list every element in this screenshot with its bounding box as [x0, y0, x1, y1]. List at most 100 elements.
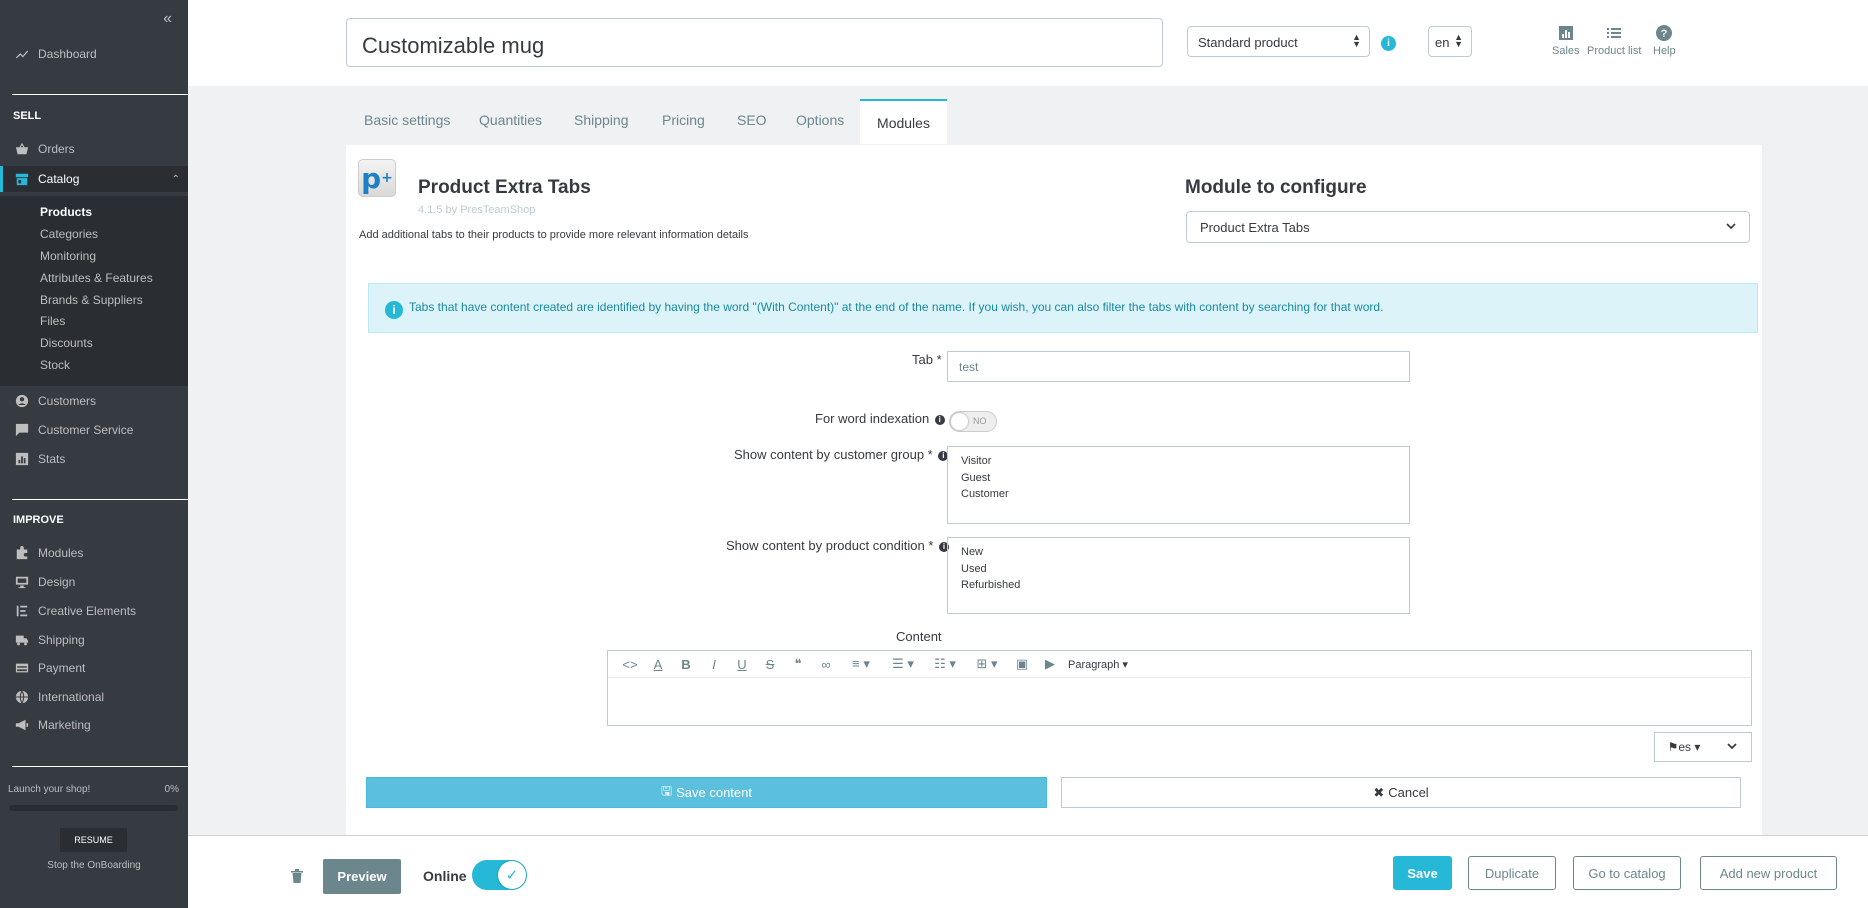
- bar-chart-icon: [1558, 26, 1573, 40]
- product-header: Customizable mug Standard product ▲ ▼ i e…: [188, 0, 1868, 86]
- collapse-sidebar-icon[interactable]: «: [163, 10, 172, 28]
- add-new-product-button[interactable]: Add new product: [1700, 856, 1837, 890]
- product-type-select[interactable]: Standard product ▲ ▼: [1187, 26, 1370, 57]
- cancel-button[interactable]: ✖ Cancel: [1061, 777, 1741, 808]
- tab-seo[interactable]: SEO: [737, 112, 767, 128]
- underline-icon[interactable]: U: [728, 651, 756, 678]
- sidebar-item-design[interactable]: Design: [0, 570, 188, 594]
- tab-shipping[interactable]: Shipping: [574, 112, 629, 128]
- customer-group-label: Show content by customer group * i: [734, 447, 949, 462]
- product-condition-listbox[interactable]: New Used Refurbished: [947, 537, 1410, 614]
- trash-icon[interactable]: [290, 868, 304, 884]
- sidebar-item-stats[interactable]: Stats: [0, 447, 188, 471]
- go-to-catalog-button[interactable]: Go to catalog: [1573, 856, 1681, 890]
- text-color-icon[interactable]: A: [644, 651, 672, 678]
- list-item[interactable]: Customer: [961, 486, 1396, 503]
- align-left-icon: [14, 603, 30, 619]
- product-footer: Preview Online ✓ Save Duplicate Go to ca…: [188, 835, 1868, 908]
- help-icon: ?: [1656, 25, 1673, 41]
- credit-card-icon: [14, 660, 30, 676]
- quote-icon[interactable]: ❝: [784, 651, 812, 678]
- list-item[interactable]: New: [961, 544, 1396, 561]
- sidebar-sub-discounts[interactable]: Discounts: [40, 336, 93, 350]
- tab-options[interactable]: Options: [796, 112, 844, 128]
- image-icon[interactable]: ▣: [1008, 651, 1036, 678]
- tab-modules[interactable]: Modules: [860, 99, 947, 144]
- list-item[interactable]: Used: [961, 561, 1396, 578]
- word-indexation-toggle[interactable]: NO: [949, 411, 997, 432]
- sidebar-sub-monitoring[interactable]: Monitoring: [40, 249, 96, 263]
- chevron-down-icon: [1713, 740, 1751, 755]
- bar-chart-icon: [14, 451, 30, 467]
- sales-link[interactable]: Sales: [1552, 24, 1580, 57]
- customer-group-listbox[interactable]: Visitor Guest Customer: [947, 446, 1410, 524]
- sidebar-item-international[interactable]: International: [0, 685, 188, 709]
- sidebar: « Dashboard SELL Orders Catalog ⌃ Produc…: [0, 0, 188, 908]
- italic-icon[interactable]: I: [700, 651, 728, 678]
- stop-onboarding-link[interactable]: Stop the OnBoarding: [0, 860, 188, 871]
- product-name-input[interactable]: Customizable mug: [346, 18, 1163, 67]
- link-icon[interactable]: ∞: [812, 651, 840, 678]
- help-link[interactable]: ? Help: [1653, 24, 1676, 57]
- save-button[interactable]: Save: [1393, 856, 1452, 890]
- media-icon[interactable]: ▶: [1036, 651, 1064, 678]
- truck-icon: [14, 632, 30, 648]
- configure-title: Module to configure: [1185, 177, 1367, 198]
- product-list-link[interactable]: Product list: [1587, 24, 1641, 57]
- bullet-list-icon[interactable]: ☰ ▾: [882, 651, 924, 678]
- sidebar-sub-categories[interactable]: Categories: [40, 227, 98, 241]
- sidebar-item-payment[interactable]: Payment: [0, 656, 188, 680]
- resume-button[interactable]: RESUME: [60, 828, 127, 852]
- sidebar-sub-stock[interactable]: Stock: [40, 358, 70, 372]
- flag-icon: ⚑: [1667, 740, 1679, 754]
- info-icon[interactable]: i: [1381, 36, 1396, 51]
- strikethrough-icon[interactable]: S: [756, 651, 784, 678]
- save-content-button[interactable]: 🖫 Save content: [366, 777, 1047, 808]
- online-toggle[interactable]: ✓: [472, 860, 527, 890]
- tab-quantities[interactable]: Quantities: [479, 112, 542, 128]
- sidebar-item-orders[interactable]: Orders: [0, 137, 188, 161]
- list-item[interactable]: Refurbished: [961, 577, 1396, 594]
- basket-icon: [14, 141, 30, 157]
- table-icon[interactable]: ⊞ ▾: [966, 651, 1008, 678]
- sidebar-divider: [12, 94, 188, 95]
- sidebar-item-modules[interactable]: Modules: [0, 541, 188, 565]
- sidebar-divider: [12, 766, 188, 767]
- language-flag-dropdown[interactable]: ⚑es ▾: [1654, 732, 1752, 762]
- close-icon: ✖: [1373, 784, 1385, 800]
- sidebar-item-dashboard[interactable]: Dashboard: [0, 42, 188, 66]
- tab-pricing[interactable]: Pricing: [662, 112, 705, 128]
- sidebar-sub-products[interactable]: Products: [40, 205, 92, 219]
- paragraph-format-select[interactable]: Paragraph ▾: [1068, 658, 1128, 671]
- sidebar-item-creative-elements[interactable]: Creative Elements: [0, 599, 188, 623]
- sidebar-item-customer-service[interactable]: Customer Service: [0, 418, 188, 442]
- list-item[interactable]: Visitor: [961, 453, 1396, 470]
- bold-icon[interactable]: B: [672, 651, 700, 678]
- sidebar-item-customers[interactable]: Customers: [0, 389, 188, 413]
- chevron-up-icon: ⌃: [171, 173, 180, 185]
- floppy-icon: 🖫: [661, 782, 673, 798]
- module-configure-select[interactable]: Product Extra Tabs: [1186, 211, 1750, 243]
- sidebar-divider: [12, 499, 188, 500]
- code-icon[interactable]: <>: [616, 651, 644, 678]
- sidebar-sub-attributes[interactable]: Attributes & Features: [40, 271, 153, 285]
- info-circle-icon: i: [385, 301, 403, 319]
- sidebar-sub-files[interactable]: Files: [40, 314, 65, 328]
- info-alert: i Tabs that have content created are ide…: [368, 283, 1758, 333]
- tab-name-input[interactable]: test: [947, 351, 1410, 382]
- align-icon[interactable]: ≡ ▾: [840, 651, 882, 678]
- chat-icon: [14, 422, 30, 438]
- store-icon: [14, 171, 30, 187]
- sidebar-sub-brands[interactable]: Brands & Suppliers: [40, 293, 143, 307]
- catalog-submenu: [0, 196, 188, 386]
- duplicate-button[interactable]: Duplicate: [1468, 856, 1556, 890]
- numbered-list-icon[interactable]: ☷ ▾: [924, 651, 966, 678]
- sidebar-item-shipping[interactable]: Shipping: [0, 628, 188, 652]
- sidebar-item-catalog[interactable]: Catalog ⌃: [0, 166, 188, 192]
- sidebar-item-marketing[interactable]: Marketing: [0, 713, 188, 737]
- content-editor[interactable]: <> A B I U S ❝ ∞ ≡ ▾ ☰ ▾ ☷ ▾ ⊞ ▾ ▣ ▶ Par…: [607, 650, 1752, 726]
- tab-basic-settings[interactable]: Basic settings: [364, 112, 450, 128]
- preview-button[interactable]: Preview: [323, 859, 401, 894]
- list-item[interactable]: Guest: [961, 470, 1396, 487]
- language-select[interactable]: en ▲ ▼: [1428, 26, 1472, 57]
